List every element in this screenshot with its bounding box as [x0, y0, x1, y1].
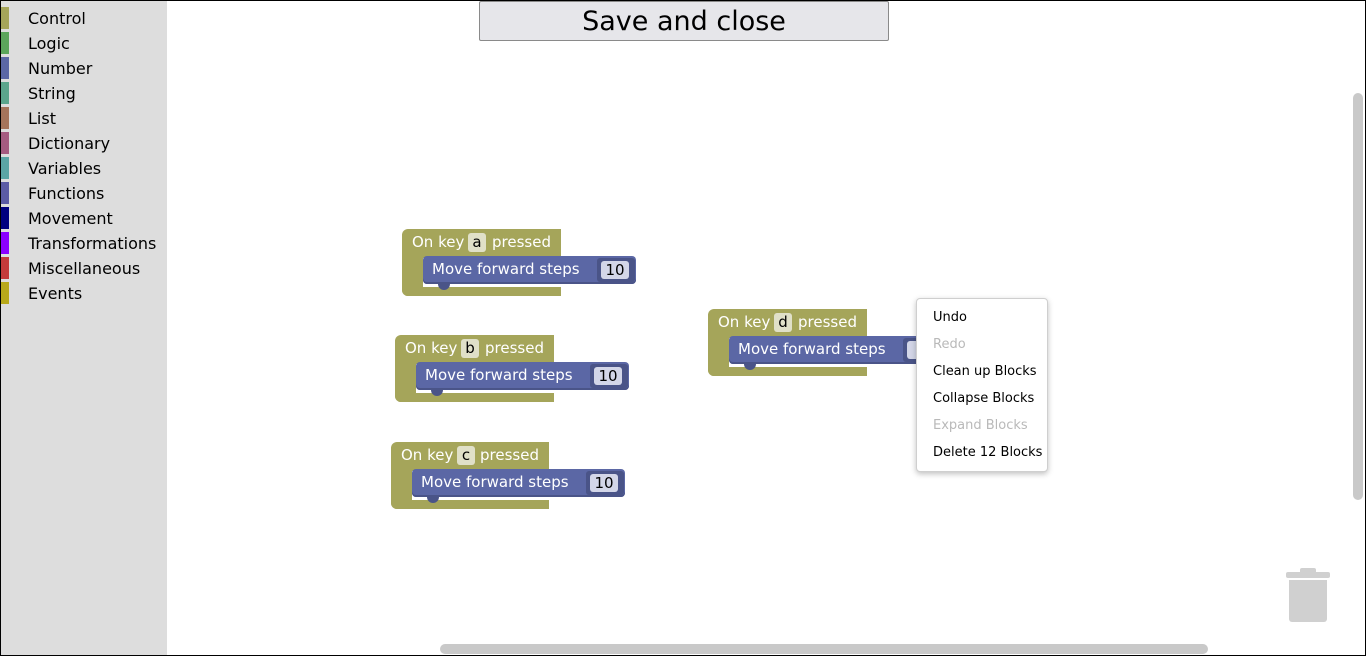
block-label-prefix: On key [718, 313, 771, 331]
category-variables[interactable]: Variables [1, 156, 167, 181]
key-dropdown[interactable]: a [468, 233, 486, 252]
move-forward-block[interactable]: Move forward steps 10 [423, 256, 636, 290]
move-forward-label: Move forward steps [425, 366, 573, 384]
category-label: Logic [28, 34, 70, 53]
category-label: Events [28, 284, 83, 303]
category-color-swatch [1, 7, 9, 29]
steps-input-socket: 10 [586, 471, 624, 495]
category-events[interactable]: Events [1, 281, 167, 306]
category-label: Number [28, 59, 93, 78]
on-key-pressed-block[interactable]: On key d pressed Move forward steps 1 [708, 309, 948, 377]
category-color-swatch [1, 107, 9, 129]
category-label: Variables [28, 159, 102, 178]
category-label: Transformations [28, 234, 157, 253]
move-forward-label: Move forward steps [738, 340, 886, 358]
category-dictionary[interactable]: Dictionary [1, 131, 167, 156]
steps-number-field[interactable]: 10 [594, 367, 622, 385]
menu-item-clean-up-blocks[interactable]: Clean up Blocks [933, 364, 1037, 379]
steps-input-socket: 10 [597, 258, 635, 282]
block-label-suffix: pressed [485, 339, 544, 357]
category-label: Functions [28, 184, 105, 203]
category-color-swatch [1, 157, 9, 179]
category-color-swatch [1, 82, 9, 104]
category-color-swatch [1, 282, 9, 304]
key-dropdown[interactable]: d [774, 313, 792, 332]
category-color-swatch [1, 257, 9, 279]
category-label: Control [28, 9, 86, 28]
key-dropdown[interactable]: c [457, 446, 475, 465]
toolbox: Control Logic Number String List Diction… [1, 1, 167, 656]
block-label-suffix: pressed [480, 446, 539, 464]
menu-item-collapse-blocks[interactable]: Collapse Blocks [933, 391, 1034, 406]
move-forward-block[interactable]: Move forward steps 10 [416, 362, 629, 396]
key-dropdown[interactable]: b [461, 339, 479, 358]
category-functions[interactable]: Functions [1, 181, 167, 206]
category-label: List [28, 109, 56, 128]
block-label-suffix: pressed [492, 233, 551, 251]
category-label: Movement [28, 209, 113, 228]
menu-item-delete-blocks[interactable]: Delete 12 Blocks [933, 445, 1042, 460]
on-key-pressed-block[interactable]: On key c pressed Move forward steps 10 [391, 442, 631, 510]
category-color-swatch [1, 57, 9, 79]
move-forward-block[interactable]: Move forward steps 1 [729, 336, 942, 370]
category-color-swatch [1, 182, 9, 204]
menu-item-redo: Redo [933, 337, 966, 352]
category-label: Dictionary [28, 134, 111, 153]
category-number[interactable]: Number [1, 56, 167, 81]
menu-item-expand-blocks: Expand Blocks [933, 418, 1028, 433]
category-label: Miscellaneous [28, 259, 141, 278]
trash-icon[interactable] [1286, 568, 1330, 624]
move-forward-label: Move forward steps [421, 473, 569, 491]
menu-item-undo[interactable]: Undo [933, 310, 967, 325]
category-transformations[interactable]: Transformations [1, 231, 167, 256]
steps-number-field[interactable]: 10 [601, 261, 629, 279]
category-miscellaneous[interactable]: Miscellaneous [1, 256, 167, 281]
window-frame [0, 0, 1366, 656]
on-key-pressed-block[interactable]: On key a pressed Move forward steps 10 [402, 229, 642, 297]
context-menu: Undo Redo Clean up Blocks Collapse Block… [916, 298, 1048, 472]
block-label-suffix: pressed [798, 313, 857, 331]
category-color-swatch [1, 207, 9, 229]
category-label: String [28, 84, 76, 103]
on-key-pressed-block[interactable]: On key b pressed Move forward steps 10 [395, 335, 635, 403]
block-label-prefix: On key [405, 339, 458, 357]
block-label-prefix: On key [401, 446, 454, 464]
move-forward-block[interactable]: Move forward steps 10 [412, 469, 625, 503]
steps-input-socket: 10 [590, 364, 628, 388]
steps-number-field[interactable]: 10 [590, 474, 618, 492]
category-control[interactable]: Control [1, 6, 167, 31]
move-forward-label: Move forward steps [432, 260, 580, 278]
category-string[interactable]: String [1, 81, 167, 106]
category-color-swatch [1, 232, 9, 254]
vertical-scrollbar[interactable] [1353, 93, 1363, 500]
category-color-swatch [1, 132, 9, 154]
category-list[interactable]: List [1, 106, 167, 131]
block-label-prefix: On key [412, 233, 465, 251]
category-movement[interactable]: Movement [1, 206, 167, 231]
category-color-swatch [1, 32, 9, 54]
save-and-close-button[interactable]: Save and close [479, 1, 889, 41]
category-logic[interactable]: Logic [1, 31, 167, 56]
horizontal-scrollbar[interactable] [440, 644, 1208, 654]
